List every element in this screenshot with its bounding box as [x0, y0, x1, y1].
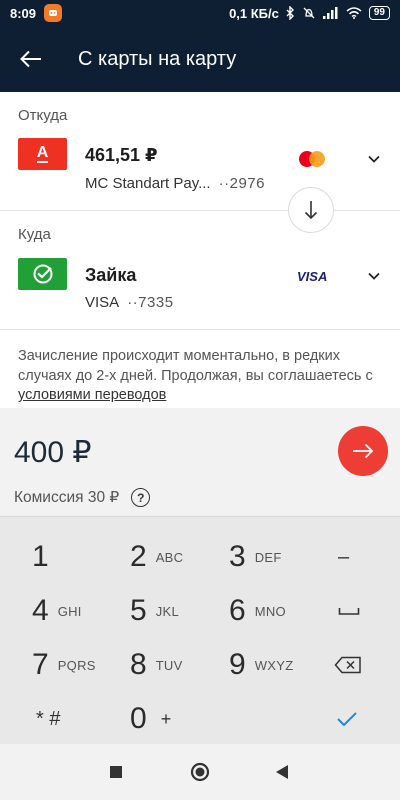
- to-label: Куда: [18, 226, 51, 243]
- app-bar: С карты на карту: [0, 26, 400, 92]
- from-card-selector[interactable]: А 461,51 ₽ MC Standart Pay... ··2976: [0, 132, 400, 202]
- numeric-keypad: 1 2 ABC 3 DEF – 4 GHI 5 JKL 6 MNO 7 PQRS 8 TUV …: [0, 516, 400, 744]
- page-title: С карты на карту: [78, 47, 237, 70]
- circle-icon: [190, 762, 210, 782]
- system-nav-bar: [0, 744, 400, 800]
- back-nav-button[interactable]: [252, 744, 312, 800]
- chevron-down-icon[interactable]: [366, 151, 382, 167]
- arrow-left-icon: [20, 50, 41, 68]
- key-backspace[interactable]: [334, 639, 400, 691]
- app-notification-icon: [44, 4, 63, 22]
- key-8[interactable]: 8 TUV: [130, 639, 228, 691]
- to-card-name: VISA ··7335: [85, 294, 174, 311]
- sberbank-logo: [18, 258, 67, 290]
- from-label: Откуда: [18, 107, 68, 124]
- key-minus[interactable]: –: [338, 531, 400, 583]
- back-button[interactable]: [0, 26, 62, 92]
- visa-icon: VISA: [297, 269, 328, 284]
- key-done[interactable]: [336, 693, 400, 745]
- swap-button[interactable]: [288, 187, 334, 233]
- amount-input[interactable]: 400 ₽: [14, 435, 91, 470]
- to-card-owner: Зайка: [85, 265, 137, 285]
- check-icon: [337, 712, 357, 727]
- recents-button[interactable]: [86, 744, 146, 800]
- commission-text: Комиссия 30 ₽: [14, 489, 120, 506]
- key-4[interactable]: 4 GHI: [32, 585, 130, 637]
- key-5[interactable]: 5 JKL: [130, 585, 228, 637]
- chevron-down-icon[interactable]: [366, 268, 382, 284]
- from-card-name: MC Standart Pay... ··2976: [85, 175, 265, 192]
- space-icon: [338, 608, 360, 615]
- mastercard-icon: [299, 151, 325, 167]
- divider: [0, 329, 400, 330]
- status-time: 8:09: [10, 5, 37, 21]
- backspace-icon: [334, 656, 361, 674]
- key-6[interactable]: 6 MNO: [229, 585, 327, 637]
- key-1[interactable]: 1: [32, 531, 130, 583]
- square-icon: [110, 766, 122, 778]
- arrow-right-icon: [353, 443, 374, 459]
- triangle-back-icon: [276, 765, 288, 779]
- terms-link[interactable]: условиями переводов: [18, 387, 166, 403]
- key-blank[interactable]: [229, 693, 327, 745]
- divider: [0, 210, 400, 211]
- network-speed: 0,1 КБ/с: [229, 5, 279, 21]
- key-star-hash[interactable]: * #: [36, 693, 134, 745]
- to-card-selector[interactable]: Зайка VISA ··7335 VISA: [0, 252, 400, 322]
- from-card-balance: 461,51 ₽: [85, 145, 158, 165]
- home-button[interactable]: [170, 744, 230, 800]
- mute-icon: [303, 7, 315, 19]
- signal-icon: [322, 7, 338, 19]
- key-3[interactable]: 3 DEF: [229, 531, 327, 583]
- bluetooth-icon: [286, 6, 294, 20]
- alfa-bank-logo: А: [18, 138, 67, 170]
- key-2[interactable]: 2 ABC: [130, 531, 228, 583]
- help-icon[interactable]: ?: [131, 488, 151, 507]
- key-0[interactable]: 0 +: [130, 693, 228, 745]
- status-bar: 8:09 0,1 КБ/с 99: [0, 0, 400, 26]
- arrow-down-icon: [304, 201, 318, 220]
- battery-icon: 99: [368, 6, 390, 20]
- key-space[interactable]: [338, 585, 400, 637]
- transfer-notice: Зачисление происходит моментально, в ред…: [18, 348, 373, 403]
- commission-info: Комиссия 30 ₽ ?: [14, 488, 151, 507]
- key-9[interactable]: 9 WXYZ: [229, 639, 327, 691]
- send-button[interactable]: [338, 426, 388, 476]
- amount-panel: 400 ₽ Комиссия 30 ₽ ?: [0, 408, 400, 516]
- wifi-icon: [346, 7, 362, 19]
- key-7[interactable]: 7 PQRS: [32, 639, 130, 691]
